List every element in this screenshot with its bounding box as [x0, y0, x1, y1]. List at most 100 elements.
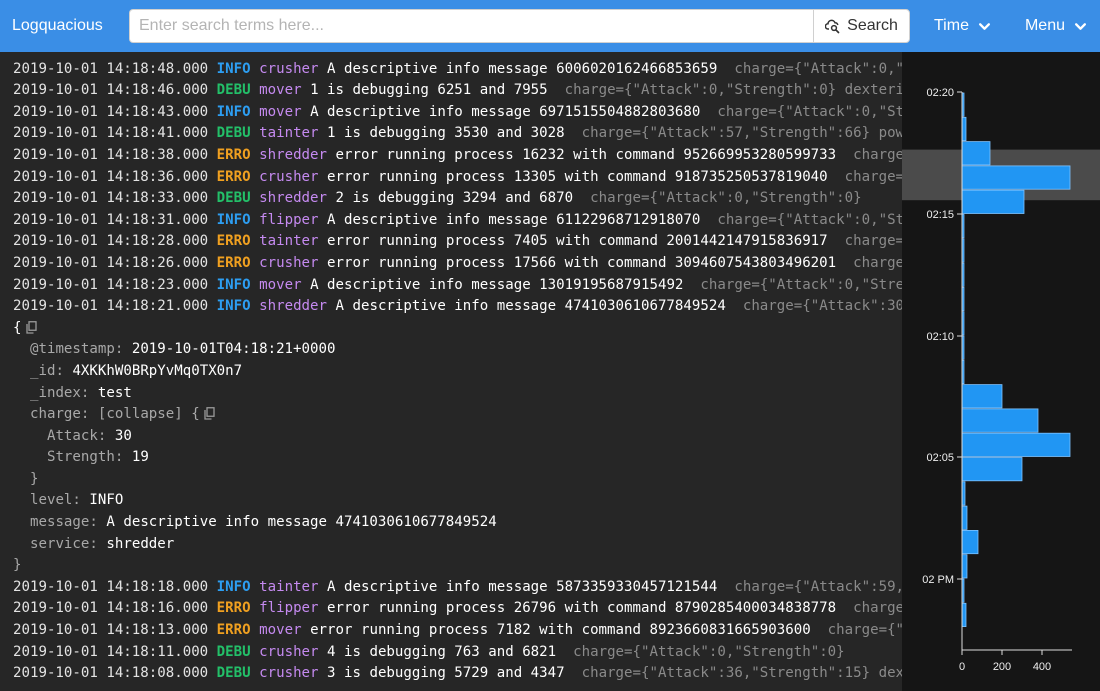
detail-value-attack: 30 [114, 427, 132, 444]
log-service: tainter [259, 578, 319, 595]
detail-key-id: _id: [29, 362, 64, 379]
log-timestamp: 2019-10-01 14:18:18.000 [13, 578, 209, 595]
log-message: 1 is debugging 3530 and 3028 [327, 125, 565, 142]
histogram-x-tick-label: 200 [993, 661, 1011, 673]
log-message: 1 is debugging 6251 and 7955 [310, 82, 548, 99]
detail-value-service: shredder [106, 535, 175, 552]
detail-value-id: 4XKKhW0BRpYvMq0TX0n7 [72, 362, 243, 379]
log-service: shredder [259, 190, 328, 207]
log-message: 3 is debugging 5729 and 4347 [327, 665, 565, 682]
log-timestamp: 2019-10-01 14:18:26.000 [13, 254, 209, 271]
log-message: 4 is debugging 763 and 6821 [327, 643, 557, 660]
histogram-bar[interactable] [961, 116, 967, 142]
log-service: crusher [259, 60, 319, 77]
log-level: DEBU [216, 82, 251, 99]
log-level: INFO [216, 60, 251, 77]
copy-icon[interactable] [25, 320, 37, 334]
histogram-bar[interactable] [961, 189, 1025, 214]
search-bar: Search [129, 9, 910, 43]
detail-close-brace: } [13, 557, 22, 574]
detail-key-charge: charge: [29, 406, 90, 423]
histogram-bar[interactable] [961, 141, 991, 166]
log-timestamp: 2019-10-01 14:18:38.000 [13, 146, 209, 163]
log-message: 2 is debugging 3294 and 6870 [335, 190, 574, 207]
chevron-down-icon [978, 22, 990, 30]
log-service: shredder [259, 298, 328, 315]
search-input[interactable] [129, 9, 813, 43]
log-extra-fields: charge={"Attack":0,"Strength":0} dexteri… [564, 82, 938, 99]
histogram-bar[interactable] [961, 457, 1023, 482]
log-service: tainter [259, 125, 319, 142]
log-message: error running process 7405 with command … [327, 233, 828, 250]
log-service: mover [259, 82, 302, 99]
log-message: error running process 17566 with command… [327, 254, 837, 271]
log-level: DEBU [216, 665, 251, 682]
log-level: DEBU [216, 643, 251, 660]
log-level: INFO [216, 276, 251, 293]
copy-icon[interactable] [204, 406, 215, 420]
histogram-bar[interactable] [961, 408, 1039, 433]
log-extra-fields: charge={"Attack":0,"Strength":0} [590, 190, 862, 207]
top-navbar: Logquacious Search Time Menu [0, 0, 1100, 52]
log-timestamp: 2019-10-01 14:18:08.000 [13, 665, 209, 682]
log-extra-fields: charge={"Attack":0,"Strength":0} [573, 643, 845, 660]
detail-key-timestamp: @timestamp: [29, 341, 124, 358]
histogram-bar[interactable] [961, 529, 979, 555]
menu-dropdown[interactable]: Menu [1025, 17, 1087, 35]
detail-value-strength: 19 [131, 449, 149, 466]
log-level: DEBU [216, 125, 251, 142]
histogram-y-tick-label: 02:05 [926, 452, 954, 464]
log-message: A descriptive info message 1301919568791… [310, 276, 684, 293]
app-brand[interactable]: Logquacious [12, 17, 129, 35]
detail-value-index: test [97, 384, 132, 401]
collapse-toggle[interactable]: [collapse] { [98, 406, 200, 422]
log-service: mover [259, 103, 302, 120]
histogram-x-tick-label: 0 [959, 661, 965, 673]
log-level: INFO [216, 578, 251, 595]
log-timestamp: 2019-10-01 14:18:46.000 [13, 82, 209, 99]
log-timestamp: 2019-10-01 14:18:28.000 [13, 233, 209, 250]
log-message: A descriptive info message 6971515504882… [310, 103, 701, 120]
log-level: INFO [216, 103, 251, 120]
cloud-search-icon [825, 19, 840, 34]
log-level: ERRO [216, 600, 251, 617]
histogram-y-tick-label: 02:10 [926, 331, 954, 343]
log-timestamp: 2019-10-01 14:18:41.000 [13, 125, 209, 142]
log-level: INFO [216, 298, 251, 315]
histogram-bar[interactable] [961, 165, 1071, 190]
detail-key-strength: Strength: [46, 449, 124, 466]
log-service: flipper [259, 211, 319, 228]
log-message: A descriptive info message 4741030610677… [335, 298, 726, 315]
histogram-bar[interactable] [961, 432, 1071, 457]
log-service: crusher [259, 643, 319, 660]
histogram-bar[interactable] [961, 505, 968, 530]
time-histogram[interactable]: 02:20 02:15 02:10 02:05 02 PM 0 200 400 [902, 52, 1100, 691]
search-button[interactable]: Search [813, 9, 910, 43]
detail-value-level: INFO [89, 492, 124, 509]
histogram-bar[interactable] [961, 602, 967, 627]
log-timestamp: 2019-10-01 14:18:36.000 [13, 168, 209, 185]
log-service: tainter [259, 233, 319, 250]
log-service: crusher [259, 168, 319, 185]
histogram-bar[interactable] [961, 384, 1003, 409]
log-message: error running process 16232 with command… [335, 146, 837, 163]
log-timestamp: 2019-10-01 14:18:13.000 [13, 622, 209, 639]
time-dropdown[interactable]: Time [934, 17, 991, 35]
histogram-x-tick-label: 400 [1033, 661, 1051, 673]
detail-key-attack: Attack: [46, 427, 107, 444]
log-level: ERRO [216, 168, 251, 185]
histogram-bar[interactable] [961, 554, 968, 579]
log-timestamp: 2019-10-01 14:18:21.000 [13, 298, 209, 315]
log-level: ERRO [216, 254, 251, 271]
histogram-y-tick-label: 02 PM [922, 574, 954, 586]
detail-key-level: level: [29, 492, 81, 509]
detail-inner-close: } [29, 470, 39, 487]
histogram-chart[interactable]: 02:20 02:15 02:10 02:05 02 PM 0 200 400 [902, 52, 1100, 691]
log-timestamp: 2019-10-01 14:18:11.000 [13, 643, 209, 660]
log-service: flipper [259, 600, 319, 617]
search-button-label: Search [847, 17, 898, 34]
time-dropdown-label: Time [934, 17, 969, 34]
log-message: error running process 26796 with command… [327, 600, 837, 617]
log-timestamp: 2019-10-01 14:18:33.000 [13, 190, 209, 207]
log-timestamp: 2019-10-01 14:18:31.000 [13, 211, 209, 228]
